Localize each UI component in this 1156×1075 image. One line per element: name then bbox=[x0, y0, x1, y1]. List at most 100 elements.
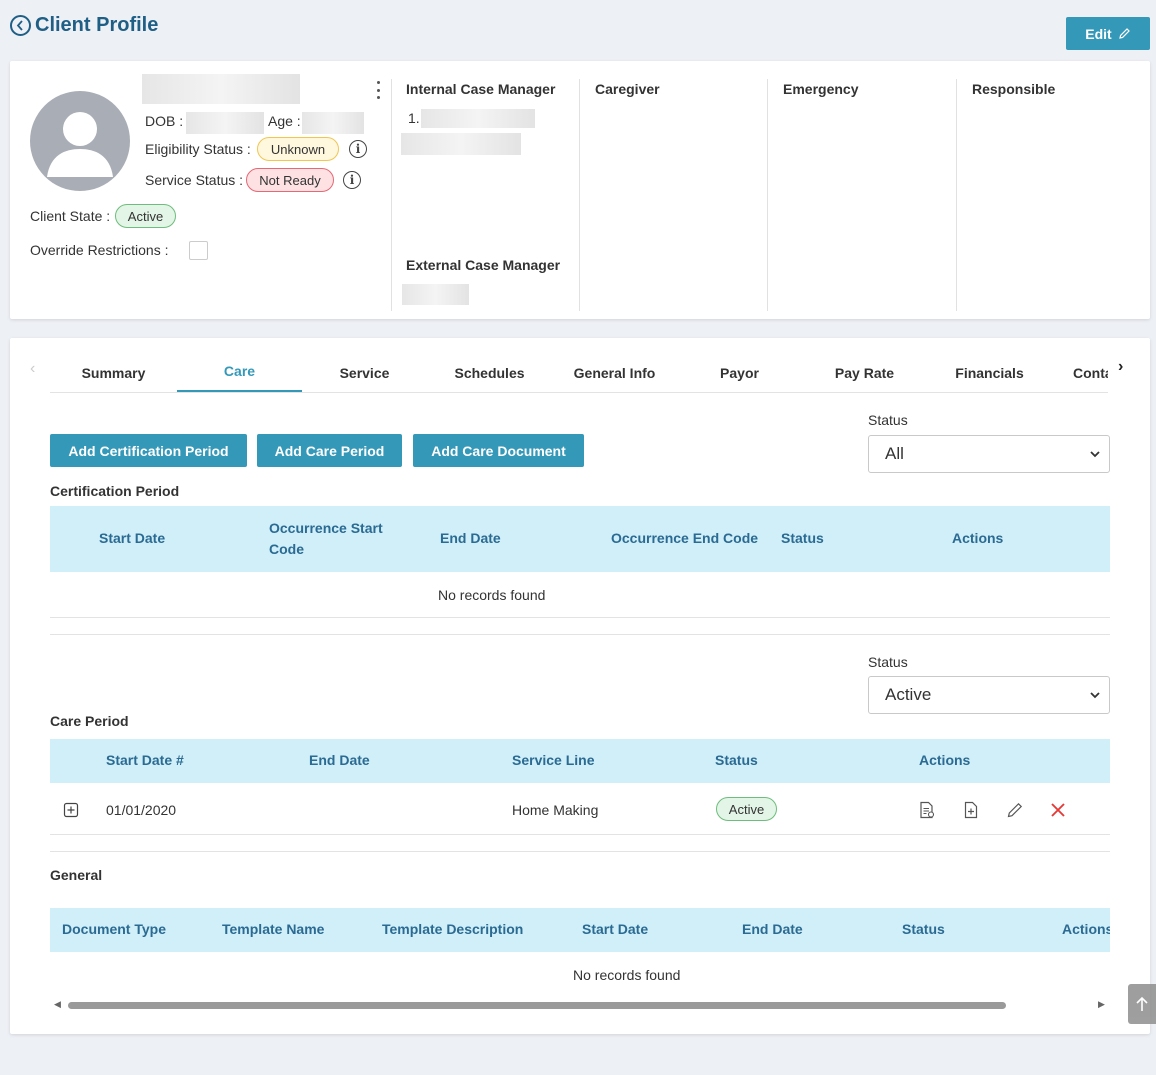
arrow-up-icon bbox=[1136, 996, 1148, 1011]
certification-status-label: Status bbox=[868, 412, 908, 428]
care-period-start-date: 01/01/2020 bbox=[106, 802, 177, 818]
care-tab-card: ‹ Summary Care Service Schedules General… bbox=[10, 338, 1150, 1034]
dob-label: DOB : bbox=[145, 113, 184, 129]
column-header: Status bbox=[715, 752, 758, 768]
page-header: Client Profile bbox=[10, 14, 158, 37]
internal-case-manager-index: 1. bbox=[408, 110, 420, 126]
divider bbox=[956, 79, 957, 311]
responsible-heading: Responsible bbox=[972, 81, 1056, 97]
tab-payor[interactable]: Payor bbox=[677, 352, 802, 392]
chevron-down-icon bbox=[1090, 692, 1100, 699]
divider bbox=[391, 79, 392, 311]
internal-case-manager-redacted bbox=[421, 109, 535, 128]
column-header: Service Line bbox=[512, 752, 595, 768]
divider bbox=[50, 634, 1110, 635]
more-options-icon[interactable] bbox=[375, 81, 381, 99]
pencil-icon bbox=[1118, 28, 1130, 39]
profile-card: DOB : Age : Eligibility Status : Unknown… bbox=[10, 61, 1150, 319]
tab-service[interactable]: Service bbox=[302, 352, 427, 392]
divider bbox=[50, 617, 1110, 618]
tab-scroll-right-icon[interactable]: › bbox=[1118, 358, 1123, 376]
client-state-badge: Active bbox=[115, 204, 176, 228]
care-period-service-line: Home Making bbox=[512, 802, 599, 818]
edit-pencil-icon[interactable] bbox=[1006, 801, 1024, 819]
column-header: Actions bbox=[1062, 921, 1110, 937]
client-state-label: Client State : bbox=[30, 208, 111, 224]
tab-summary[interactable]: Summary bbox=[51, 352, 176, 392]
age-value-redacted bbox=[302, 112, 364, 134]
age-label: Age : bbox=[268, 113, 301, 129]
column-header: End Date bbox=[440, 530, 501, 546]
divider bbox=[767, 79, 768, 311]
dob-value-redacted bbox=[186, 112, 264, 134]
care-period-title: Care Period bbox=[50, 713, 129, 729]
general-title: General bbox=[50, 867, 103, 883]
care-period-status-label: Status bbox=[868, 654, 908, 670]
add-care-period-button[interactable]: Add Care Period bbox=[257, 434, 402, 467]
certification-status-value: All bbox=[885, 444, 904, 463]
tab-care[interactable]: Care bbox=[177, 352, 302, 392]
internal-case-manager-detail-redacted bbox=[401, 133, 521, 155]
tab-pay-rate[interactable]: Pay Rate bbox=[802, 352, 927, 392]
certification-table-header: Start Date Occurrence Start Code End Dat… bbox=[50, 506, 1110, 572]
override-restrictions-label: Override Restrictions : bbox=[30, 242, 169, 258]
certification-empty-message: No records found bbox=[438, 587, 546, 603]
care-period-table-header: Start Date # End Date Service Line Statu… bbox=[50, 739, 1110, 783]
care-period-status-value: Active bbox=[885, 685, 932, 704]
column-header: Actions bbox=[919, 752, 971, 768]
page-title: Client Profile bbox=[35, 14, 159, 36]
column-header: Document Type bbox=[62, 921, 166, 937]
scroll-right-icon[interactable]: ▶ bbox=[1098, 999, 1105, 1010]
edit-button[interactable]: Edit bbox=[1066, 17, 1150, 50]
tab-financials[interactable]: Financials bbox=[927, 352, 1052, 392]
column-header: Start Date # bbox=[106, 752, 184, 768]
chevron-down-icon bbox=[1090, 451, 1100, 458]
external-case-manager-redacted bbox=[402, 284, 469, 305]
tab-contacts[interactable]: Conta bbox=[1052, 352, 1108, 392]
divider bbox=[50, 851, 1110, 852]
edit-button-label: Edit bbox=[1085, 25, 1112, 42]
view-document-icon[interactable] bbox=[918, 801, 936, 819]
add-care-document-button[interactable]: Add Care Document bbox=[413, 434, 584, 467]
client-name-redacted bbox=[142, 74, 300, 104]
column-header: Start Date bbox=[99, 530, 166, 546]
tab-bar: Summary Care Service Schedules General I… bbox=[50, 352, 1108, 393]
external-case-manager-heading: External Case Manager bbox=[406, 257, 561, 273]
tab-general-info[interactable]: General Info bbox=[552, 352, 677, 392]
expand-row-icon[interactable] bbox=[63, 802, 79, 818]
column-header: End Date bbox=[742, 921, 803, 937]
column-header: Template Description bbox=[382, 921, 524, 937]
column-header: Status bbox=[781, 530, 824, 546]
tab-scroll-left-icon[interactable]: ‹ bbox=[30, 360, 35, 378]
column-header: Occurrence End Code bbox=[611, 530, 759, 546]
service-status-info-icon[interactable]: i bbox=[343, 171, 361, 189]
column-header: Occurrence Start Code bbox=[269, 520, 383, 557]
column-header: Template Name bbox=[222, 921, 325, 937]
emergency-heading: Emergency bbox=[783, 81, 859, 97]
care-period-status-select[interactable]: Active bbox=[868, 676, 1110, 714]
add-document-icon[interactable] bbox=[962, 801, 980, 819]
eligibility-info-icon[interactable]: i bbox=[349, 140, 367, 158]
avatar bbox=[30, 91, 130, 191]
horizontal-scrollbar[interactable]: ◀ ▶ bbox=[50, 998, 1110, 1012]
certification-status-select[interactable]: All bbox=[868, 435, 1110, 473]
scroll-left-icon[interactable]: ◀ bbox=[54, 999, 61, 1010]
scroll-to-top-button[interactable] bbox=[1128, 984, 1156, 1024]
delete-icon[interactable] bbox=[1049, 801, 1067, 819]
service-status-badge: Not Ready bbox=[246, 168, 334, 192]
tab-schedules[interactable]: Schedules bbox=[427, 352, 552, 392]
column-header: End Date bbox=[309, 752, 370, 768]
eligibility-badge: Unknown bbox=[257, 137, 339, 161]
add-certification-period-button[interactable]: Add Certification Period bbox=[50, 434, 247, 467]
divider bbox=[579, 79, 580, 311]
override-restrictions-checkbox[interactable] bbox=[189, 241, 208, 260]
column-header: Start Date bbox=[582, 921, 649, 937]
care-period-status-badge: Active bbox=[716, 797, 777, 821]
back-arrow-icon[interactable] bbox=[10, 15, 31, 36]
service-status-label: Service Status : bbox=[145, 172, 244, 188]
general-empty-message: No records found bbox=[573, 967, 681, 983]
divider bbox=[50, 834, 1110, 835]
general-table-header: Document Type Template Name Template Des… bbox=[50, 908, 1110, 952]
caregiver-heading: Caregiver bbox=[595, 81, 660, 97]
scrollbar-thumb[interactable] bbox=[68, 1002, 1006, 1009]
